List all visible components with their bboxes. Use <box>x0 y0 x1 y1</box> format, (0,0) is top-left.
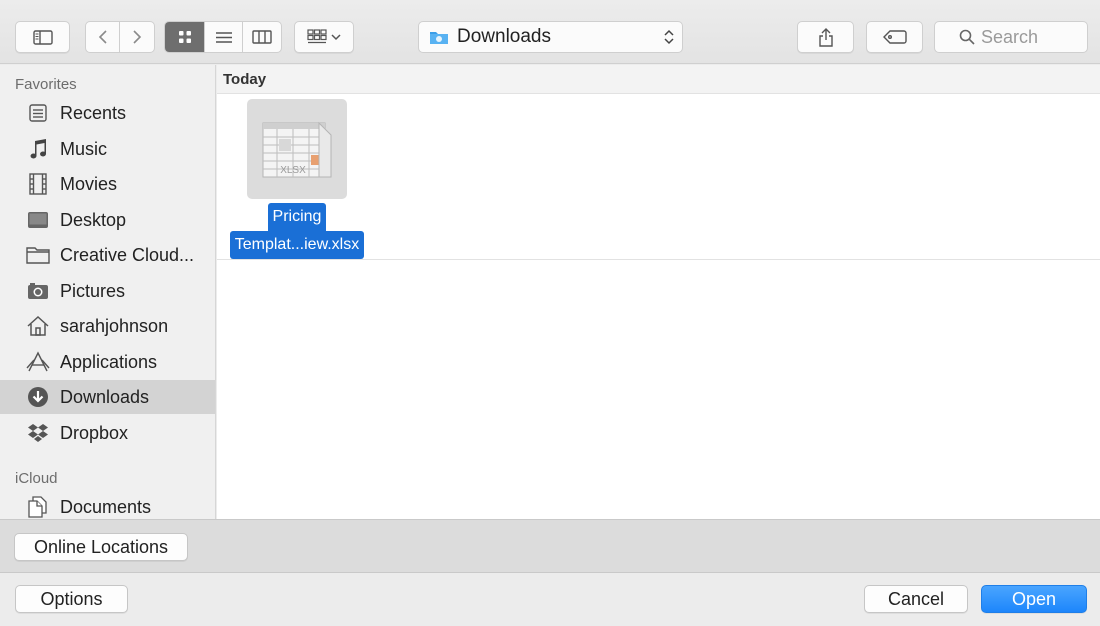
sidebar-toggle-button[interactable] <box>15 21 70 53</box>
sidebar-item-desktop[interactable]: Desktop <box>0 203 215 237</box>
share-icon <box>818 28 833 47</box>
search-icon <box>959 29 975 45</box>
column-view-button[interactable] <box>243 22 281 52</box>
sidebar-item-label: Music <box>60 138 108 159</box>
columns-icon <box>252 30 272 44</box>
back-button[interactable] <box>86 22 120 52</box>
applications-icon <box>25 349 51 375</box>
sidebar-item-applications[interactable]: Applications <box>0 345 215 379</box>
sidebar-item-label: Movies <box>60 173 118 194</box>
open-file-dialog: Downloads Search Favorites Recents Music… <box>0 0 1100 626</box>
file-name-line2: Templat...iew.xlsx <box>229 231 365 259</box>
location-label: Downloads <box>457 26 551 47</box>
tag-button[interactable] <box>866 21 923 53</box>
sidebar-icon <box>32 29 53 45</box>
chevron-right-icon <box>133 30 142 44</box>
sidebar-item-label: Dropbox <box>60 422 129 443</box>
share-button[interactable] <box>797 21 854 53</box>
cancel-button[interactable]: Cancel <box>864 585 968 613</box>
sidebar-item-label: Applications <box>60 351 158 372</box>
forward-button[interactable] <box>120 22 154 52</box>
online-locations-button[interactable]: Online Locations <box>14 533 188 561</box>
sidebar-item-label: Recents <box>60 102 127 123</box>
arrange-menu-button[interactable] <box>294 21 354 53</box>
toolbar: Downloads Search <box>0 0 1100 64</box>
list-view-button[interactable] <box>205 22 243 52</box>
icloud-heading: iCloud <box>15 470 58 487</box>
list-icon <box>215 31 232 43</box>
favorites-heading: Favorites <box>15 76 77 93</box>
music-icon <box>25 136 51 162</box>
sidebar-item-music[interactable]: Music <box>0 132 215 166</box>
grid-icon <box>178 31 191 43</box>
xlsx-file-icon: XLSX <box>262 121 332 178</box>
open-button[interactable]: Open <box>981 585 1087 613</box>
sidebar-item-label: Documents <box>60 496 152 517</box>
location-popup[interactable]: Downloads <box>418 21 683 53</box>
sidebar-item-label: sarahjohnson <box>60 315 169 336</box>
sidebar-item-movies[interactable]: Movies <box>0 167 215 201</box>
chevron-down-icon <box>331 34 341 41</box>
file-type-label: XLSX <box>280 165 306 176</box>
updown-chevron-icon <box>664 29 674 45</box>
options-button[interactable]: Options <box>15 585 128 613</box>
movies-icon <box>25 171 51 197</box>
sidebar-item-label: Desktop <box>60 209 127 230</box>
file-name-line1: Pricing <box>267 203 327 231</box>
search-placeholder: Search <box>981 26 1039 47</box>
sidebar-item-label: Pictures <box>60 280 126 301</box>
sidebar-item-documents[interactable]: Documents <box>0 490 215 519</box>
sidebar-item-home[interactable]: sarahjohnson <box>0 309 215 343</box>
icon-view-button[interactable] <box>165 22 205 52</box>
folder-icon <box>25 242 51 268</box>
sidebar-item-downloads[interactable]: Downloads <box>0 380 215 414</box>
section-header: Today <box>217 65 1100 94</box>
view-mode-control <box>164 21 282 53</box>
sidebar-item-creative-cloud[interactable]: Creative Cloud... <box>0 238 215 272</box>
arrange-grid-icon <box>307 29 327 44</box>
chevron-left-icon <box>98 30 107 44</box>
camera-icon <box>25 278 51 304</box>
action-bar: Options Cancel Open <box>0 573 1100 626</box>
file-name-label[interactable]: Pricing Templat...iew.xlsx <box>217 203 377 259</box>
sidebar: Favorites Recents Music Movies Desktop C… <box>0 65 216 519</box>
documents-icon <box>25 494 51 519</box>
home-icon <box>25 313 51 339</box>
sidebar-item-dropbox[interactable]: Dropbox <box>0 416 215 450</box>
recents-icon <box>25 100 51 126</box>
online-locations-bar: Online Locations <box>0 519 1100 573</box>
file-item[interactable]: XLSX <box>247 99 347 199</box>
sidebar-item-pictures[interactable]: Pictures <box>0 274 215 308</box>
dropbox-icon <box>25 420 51 446</box>
desktop-icon <box>25 207 51 233</box>
file-browser: Today XLSX Pricing Templat...iew.xlsx <box>217 65 1100 519</box>
downloads-icon <box>25 384 51 410</box>
downloads-folder-icon <box>430 32 448 44</box>
sidebar-item-recents[interactable]: Recents <box>0 96 215 130</box>
sidebar-item-label: Downloads <box>60 386 150 407</box>
sidebar-item-label: Creative Cloud... <box>60 244 195 265</box>
search-field[interactable]: Search <box>934 21 1088 53</box>
tag-icon <box>882 30 907 44</box>
section-divider <box>217 259 1100 260</box>
back-forward-control <box>85 21 155 53</box>
